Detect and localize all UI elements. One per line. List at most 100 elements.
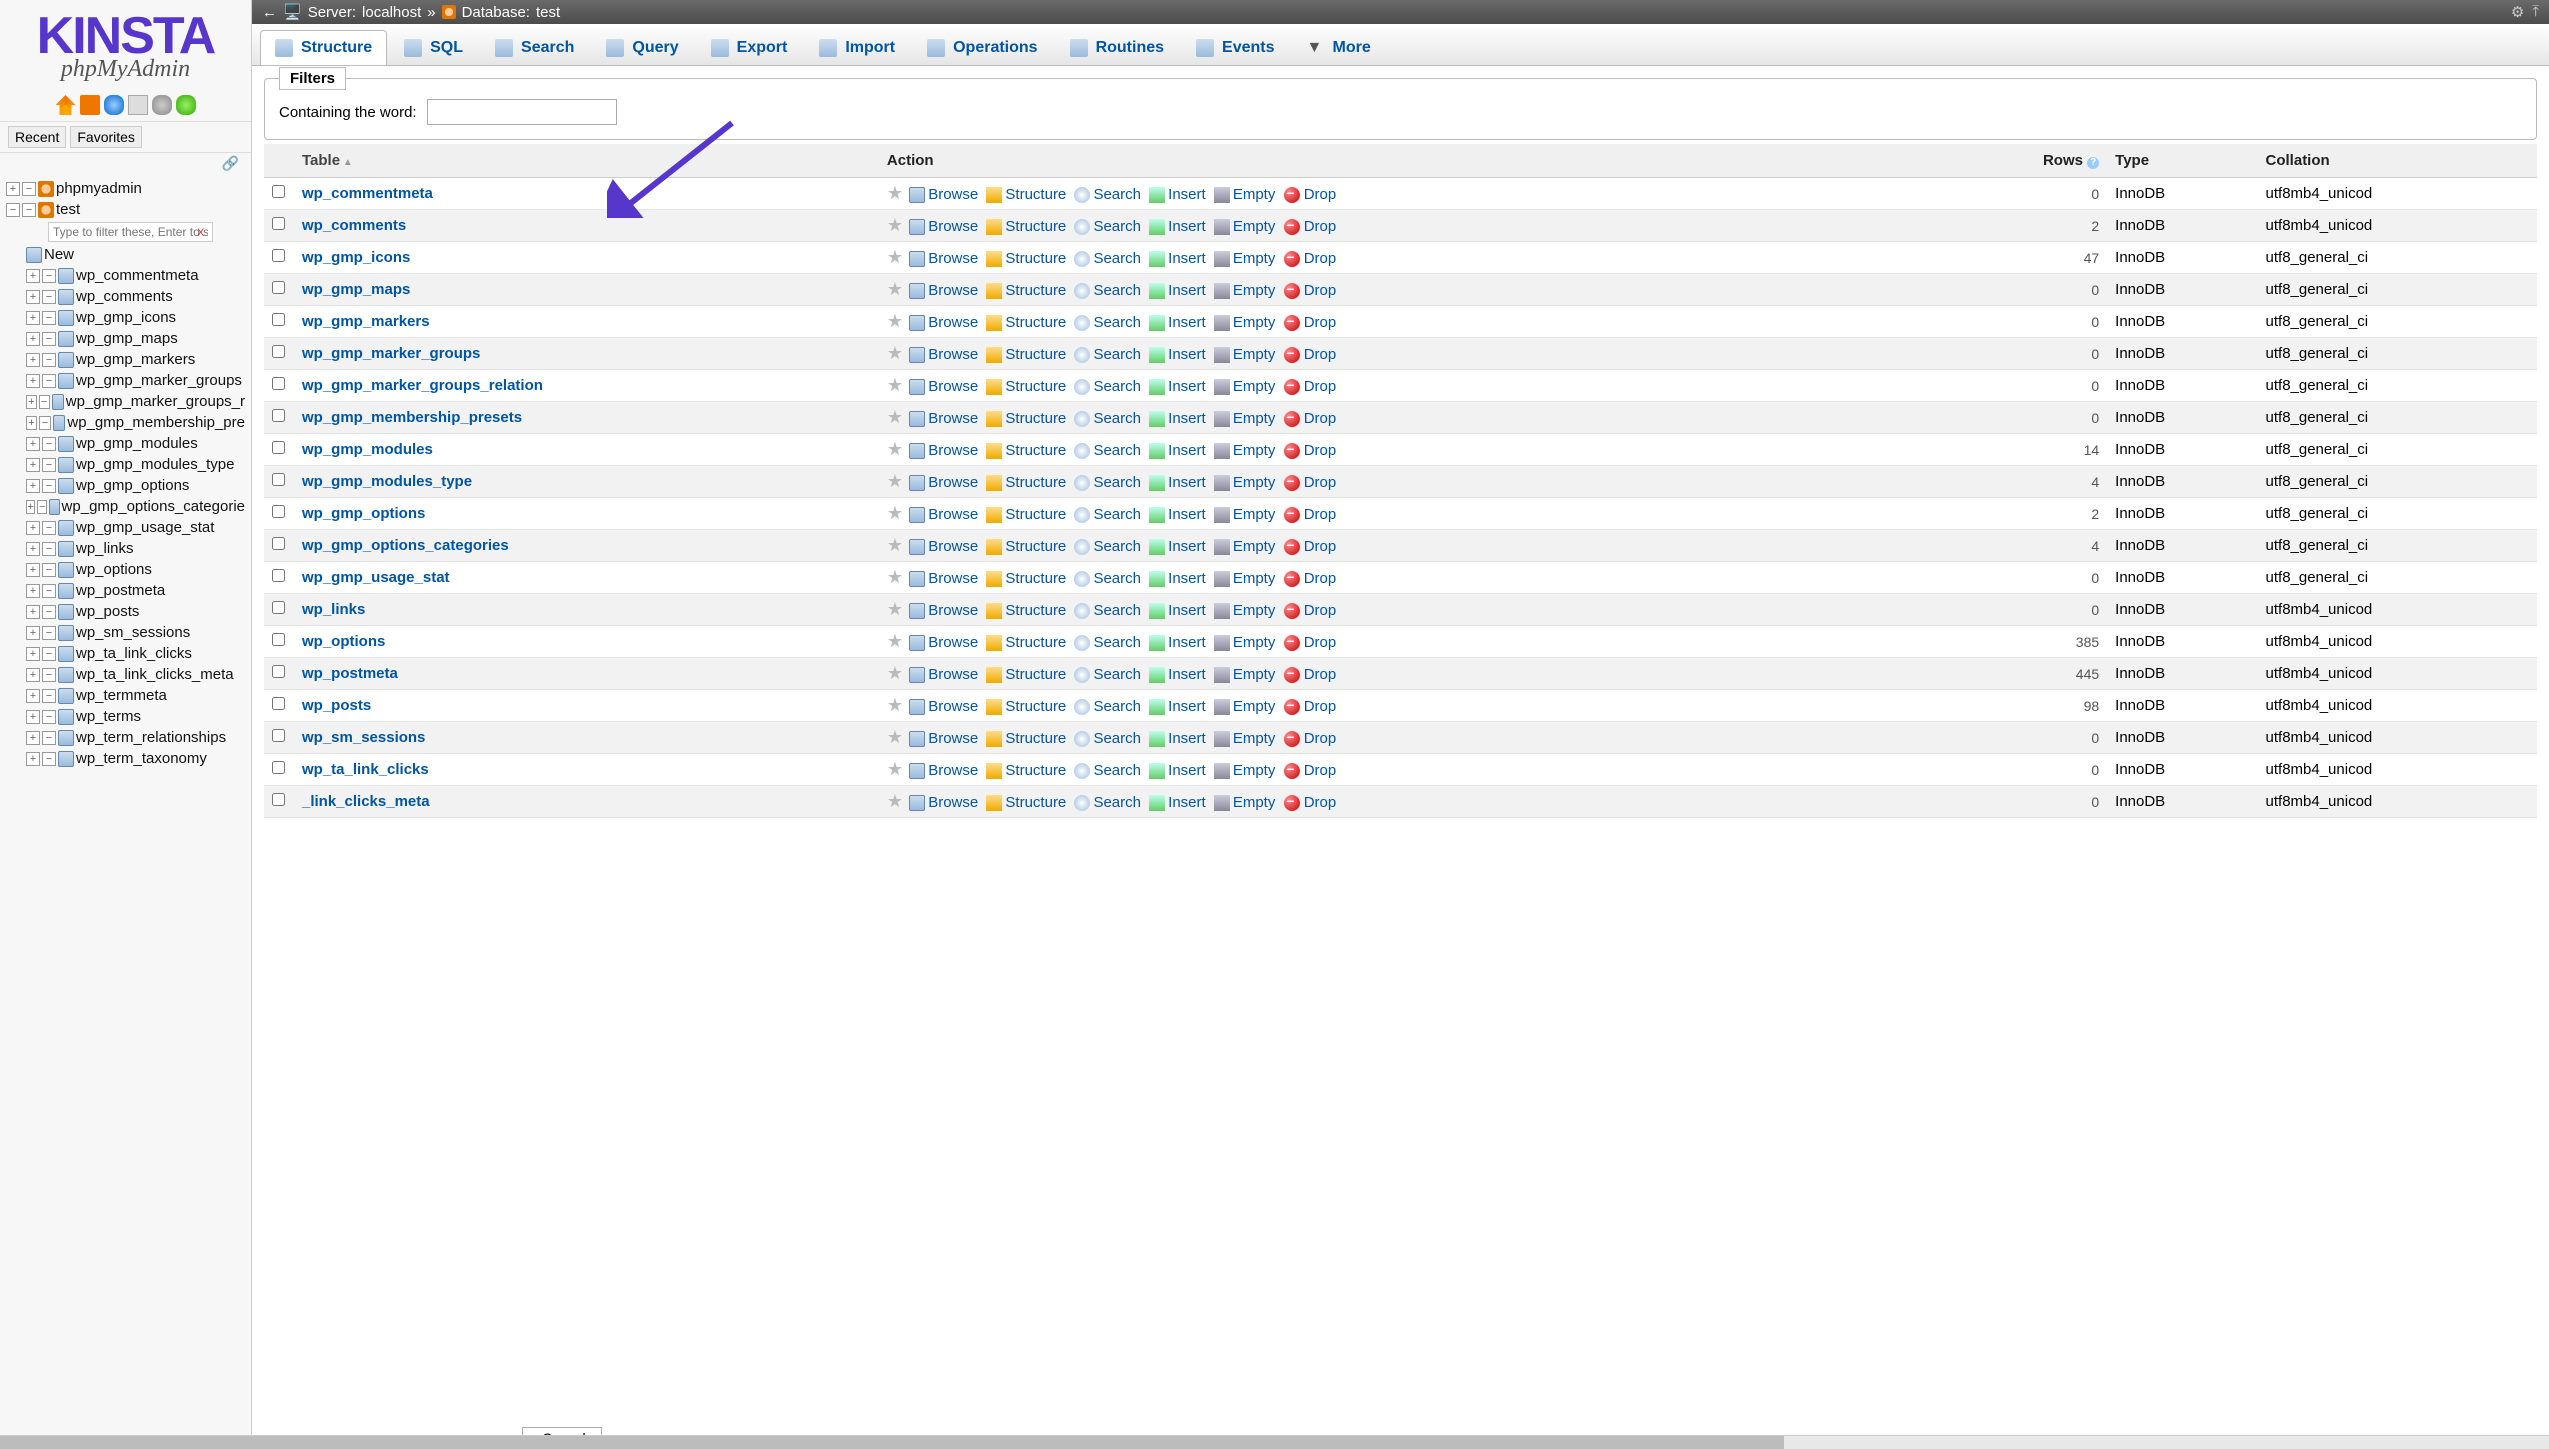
structure-action[interactable]: Structure [986, 506, 1066, 523]
search-action[interactable]: Search [1074, 538, 1141, 555]
drop-action[interactable]: Drop [1284, 730, 1337, 747]
table-name-link[interactable]: wp_gmp_modules_type [302, 473, 472, 490]
pageup-icon[interactable]: ⤒ [2532, 3, 2539, 21]
insert-action[interactable]: Insert [1149, 538, 1206, 555]
insert-action[interactable]: Insert [1149, 442, 1206, 459]
tree-table[interactable]: +−wp_term_taxonomy [0, 748, 251, 769]
structure-action[interactable]: Structure [986, 762, 1066, 779]
row-checkbox[interactable] [272, 697, 285, 710]
tree-filter-input[interactable] [48, 222, 213, 242]
col-rows-header[interactable]: Rows ? [1943, 144, 2107, 178]
empty-action[interactable]: Empty [1214, 794, 1276, 811]
empty-action[interactable]: Empty [1214, 282, 1276, 299]
search-action[interactable]: Search [1074, 218, 1141, 235]
favorite-star-icon[interactable]: ★ [887, 759, 903, 779]
drop-action[interactable]: Drop [1284, 634, 1337, 651]
favorite-star-icon[interactable]: ★ [887, 535, 903, 555]
search-action[interactable]: Search [1074, 378, 1141, 395]
tab-routines[interactable]: Routines [1055, 30, 1179, 65]
filter-input[interactable] [427, 99, 617, 125]
structure-action[interactable]: Structure [986, 346, 1066, 363]
insert-action[interactable]: Insert [1149, 250, 1206, 267]
tree-database[interactable]: −−test [0, 199, 251, 220]
tree-table[interactable]: +−wp_terms [0, 706, 251, 727]
tree-new[interactable]: New [0, 244, 251, 265]
server-link[interactable]: localhost [362, 4, 421, 21]
browse-action[interactable]: Browse [909, 218, 978, 235]
search-action[interactable]: Search [1074, 410, 1141, 427]
favorite-star-icon[interactable]: ★ [887, 631, 903, 651]
drop-action[interactable]: Drop [1284, 186, 1337, 203]
favorites-tab[interactable]: Favorites [70, 126, 142, 148]
browse-action[interactable]: Browse [909, 634, 978, 651]
browse-action[interactable]: Browse [909, 410, 978, 427]
drop-action[interactable]: Drop [1284, 666, 1337, 683]
insert-action[interactable]: Insert [1149, 346, 1206, 363]
tab-sql[interactable]: SQL [389, 30, 478, 65]
search-action[interactable]: Search [1074, 570, 1141, 587]
empty-action[interactable]: Empty [1214, 410, 1276, 427]
tree-table[interactable]: +−wp_ta_link_clicks_meta [0, 664, 251, 685]
tree-filter-clear[interactable]: X [197, 227, 204, 239]
browse-action[interactable]: Browse [909, 506, 978, 523]
insert-action[interactable]: Insert [1149, 730, 1206, 747]
tree-table[interactable]: +−wp_term_relationships [0, 727, 251, 748]
table-name-link[interactable]: wp_gmp_membership_presets [302, 409, 522, 426]
search-action[interactable]: Search [1074, 794, 1141, 811]
row-checkbox[interactable] [272, 185, 285, 198]
row-checkbox[interactable] [272, 409, 285, 422]
row-checkbox[interactable] [272, 729, 285, 742]
search-action[interactable]: Search [1074, 634, 1141, 651]
structure-action[interactable]: Structure [986, 634, 1066, 651]
tree-table[interactable]: +−wp_gmp_modules [0, 433, 251, 454]
empty-action[interactable]: Empty [1214, 570, 1276, 587]
search-action[interactable]: Search [1074, 602, 1141, 619]
browse-action[interactable]: Browse [909, 250, 978, 267]
favorite-star-icon[interactable]: ★ [887, 439, 903, 459]
insert-action[interactable]: Insert [1149, 634, 1206, 651]
insert-action[interactable]: Insert [1149, 314, 1206, 331]
browse-action[interactable]: Browse [909, 474, 978, 491]
table-name-link[interactable]: wp_commentmeta [302, 185, 433, 202]
browse-action[interactable]: Browse [909, 314, 978, 331]
insert-action[interactable]: Insert [1149, 698, 1206, 715]
structure-action[interactable]: Structure [986, 698, 1066, 715]
tree-table[interactable]: +−wp_gmp_marker_groups_r [0, 391, 251, 412]
empty-action[interactable]: Empty [1214, 442, 1276, 459]
tab-structure[interactable]: Structure [260, 30, 387, 65]
structure-action[interactable]: Structure [986, 218, 1066, 235]
empty-action[interactable]: Empty [1214, 698, 1276, 715]
drop-action[interactable]: Drop [1284, 346, 1337, 363]
tree-table[interactable]: +−wp_gmp_usage_stat [0, 517, 251, 538]
drop-action[interactable]: Drop [1284, 474, 1337, 491]
tab-events[interactable]: Events [1181, 30, 1289, 65]
tree-root[interactable]: +−phpmyadmin [0, 178, 251, 199]
settings-icon[interactable] [152, 95, 172, 115]
row-checkbox[interactable] [272, 505, 285, 518]
browse-action[interactable]: Browse [909, 282, 978, 299]
insert-action[interactable]: Insert [1149, 570, 1206, 587]
browse-action[interactable]: Browse [909, 570, 978, 587]
table-name-link[interactable]: wp_gmp_maps [302, 281, 410, 298]
insert-action[interactable]: Insert [1149, 282, 1206, 299]
empty-action[interactable]: Empty [1214, 538, 1276, 555]
search-action[interactable]: Search [1074, 762, 1141, 779]
favorite-star-icon[interactable]: ★ [887, 407, 903, 427]
structure-action[interactable]: Structure [986, 378, 1066, 395]
tree-table[interactable]: +−wp_commentmeta [0, 265, 251, 286]
row-checkbox[interactable] [272, 217, 285, 230]
help-icon[interactable] [104, 95, 124, 115]
search-action[interactable]: Search [1074, 730, 1141, 747]
insert-action[interactable]: Insert [1149, 186, 1206, 203]
table-name-link[interactable]: wp_gmp_icons [302, 249, 410, 266]
table-name-link[interactable]: wp_gmp_markers [302, 313, 430, 330]
horizontal-scrollbar[interactable] [0, 1435, 2549, 1449]
insert-action[interactable]: Insert [1149, 762, 1206, 779]
structure-action[interactable]: Structure [986, 314, 1066, 331]
tree-table[interactable]: +−wp_postmeta [0, 580, 251, 601]
recent-tab[interactable]: Recent [8, 126, 66, 148]
empty-action[interactable]: Empty [1214, 602, 1276, 619]
search-action[interactable]: Search [1074, 698, 1141, 715]
search-action[interactable]: Search [1074, 666, 1141, 683]
tree-table[interactable]: +−wp_ta_link_clicks [0, 643, 251, 664]
